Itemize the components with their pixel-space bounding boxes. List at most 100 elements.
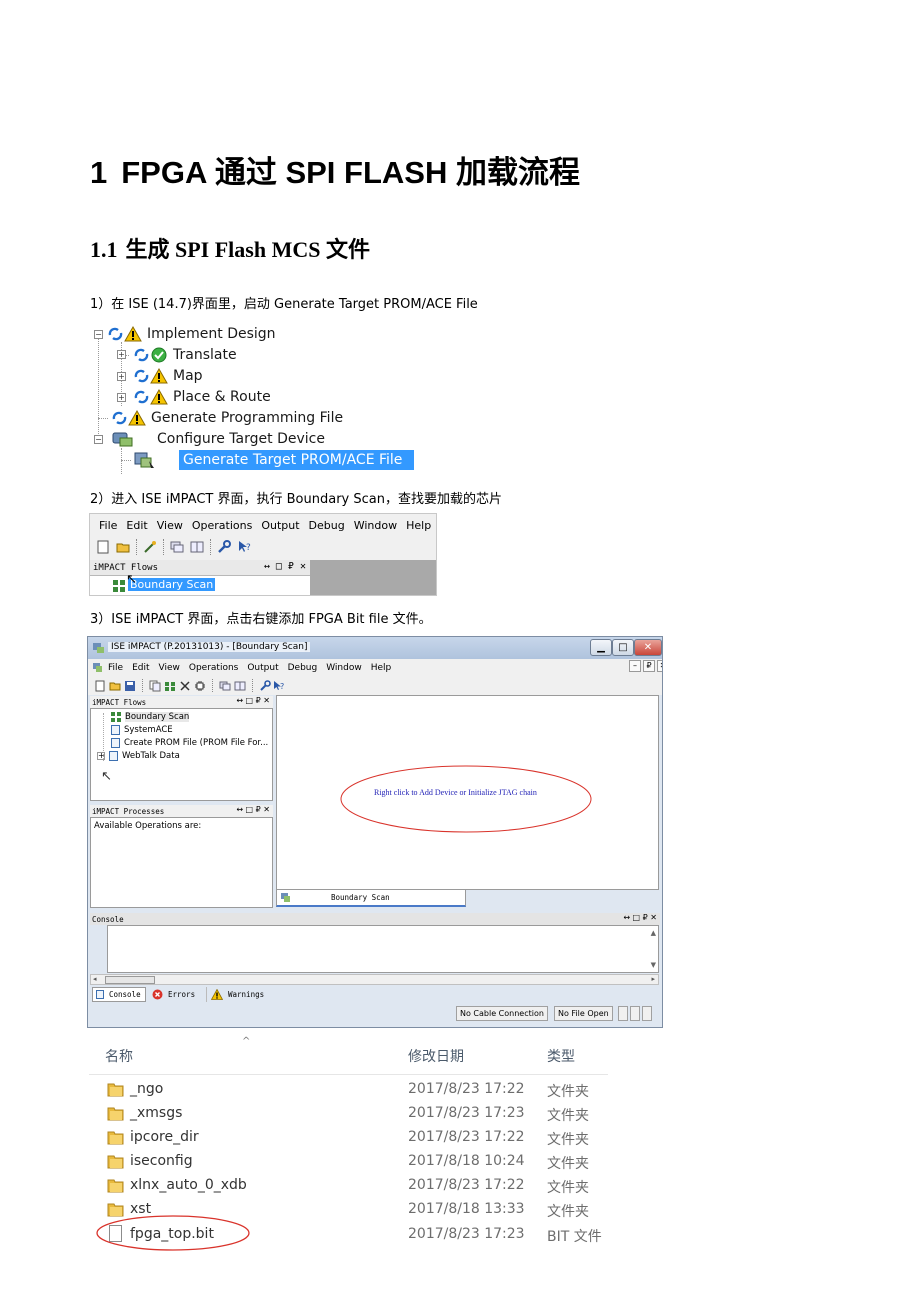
collapse-icon[interactable]: − xyxy=(94,435,103,444)
menu-output[interactable]: Output xyxy=(261,519,299,532)
tree-item-translate[interactable]: Translate xyxy=(133,345,237,365)
tree-item-generate-programming-file[interactable]: Generate Programming File xyxy=(111,408,343,428)
menu-operations[interactable]: Operations xyxy=(192,519,252,532)
menu-operations[interactable]: Operations xyxy=(189,663,238,673)
heading-2: 1.1 生成 SPI Flash MCS 文件 xyxy=(90,232,370,264)
menu-help[interactable]: Help xyxy=(406,519,431,532)
tree-item-map[interactable]: Map xyxy=(133,366,203,386)
list-item[interactable]: _ngo 2017/8/23 17:22 文件夹 xyxy=(89,1078,608,1102)
mdi-close-button[interactable]: ✕ xyxy=(657,660,662,672)
mdi-minimize-button[interactable]: – xyxy=(629,660,641,672)
status-file: No File Open xyxy=(554,1006,613,1021)
heading-1-number: 1 xyxy=(90,155,108,190)
copy-icon[interactable] xyxy=(149,680,161,692)
tab-warnings[interactable]: Warnings xyxy=(206,987,264,1002)
chain-icon[interactable] xyxy=(164,680,176,692)
tree-item-label: Implement Design xyxy=(147,326,276,342)
help-pointer-icon[interactable]: ? xyxy=(273,680,285,692)
menu-file[interactable]: File xyxy=(108,663,123,673)
warning-icon xyxy=(128,409,146,426)
save-icon[interactable] xyxy=(124,680,136,692)
horizontal-scrollbar[interactable]: ◂ ▸ xyxy=(90,974,659,985)
console-output[interactable]: ▲ ▼ xyxy=(107,925,659,973)
menu-file[interactable]: File xyxy=(99,519,117,532)
column-header-date[interactable]: 修改日期 xyxy=(408,1046,464,1066)
list-item[interactable]: _xmsgs 2017/8/23 17:23 文件夹 xyxy=(89,1102,608,1126)
flows-panel-title: iMPACT Flows xyxy=(92,697,147,707)
open-folder-icon[interactable] xyxy=(116,540,130,554)
cascade-icon[interactable] xyxy=(170,540,184,554)
processes-panel-title: iMPACT Processes xyxy=(92,806,165,816)
column-header-name[interactable]: 名称 xyxy=(105,1046,133,1066)
menu-edit[interactable]: Edit xyxy=(132,663,149,673)
list-item[interactable]: iseconfig 2017/8/18 10:24 文件夹 xyxy=(89,1150,608,1174)
new-file-icon[interactable] xyxy=(94,680,106,692)
close-button[interactable]: ✕ xyxy=(634,639,662,656)
menu-view[interactable]: View xyxy=(159,663,180,673)
menu-view[interactable]: View xyxy=(157,519,183,532)
panel-controls[interactable]: ↔ □ ₽ ✕ xyxy=(236,805,270,814)
menu-window[interactable]: Window xyxy=(326,663,362,673)
list-item[interactable]: xlnx_auto_0_xdb 2017/8/23 17:22 文件夹 xyxy=(89,1174,608,1198)
tab-boundary-scan[interactable]: Boundary Scan xyxy=(276,890,466,907)
step-3-text: 3）ISE iMPACT 界面，点击右键添加 FPGA Bit file 文件。 xyxy=(90,612,432,627)
flow-item-create-prom[interactable]: Create PROM File (PROM File For... xyxy=(111,738,268,748)
tile-icon[interactable] xyxy=(234,680,246,692)
minimize-button[interactable]: ▁ xyxy=(590,639,612,656)
wrench-icon[interactable] xyxy=(217,540,231,554)
boundary-scan-tab-icon xyxy=(280,892,291,903)
wizard-icon[interactable] xyxy=(143,540,157,554)
menu-window[interactable]: Window xyxy=(354,519,397,532)
new-file-icon[interactable] xyxy=(96,540,110,554)
menu-edit[interactable]: Edit xyxy=(126,519,147,532)
process-tree-screenshot: − Implement Design + Translate + Map + P… xyxy=(93,320,451,475)
scroll-down-icon[interactable]: ▼ xyxy=(651,961,656,969)
tree-item-generate-target-prom[interactable]: Generate Target PROM/ACE File xyxy=(133,450,415,470)
console-icon xyxy=(96,990,104,999)
doc-icon xyxy=(92,662,103,673)
menu-bar: File Edit View Operations Output Debug W… xyxy=(90,514,436,536)
erase-icon[interactable] xyxy=(179,680,191,692)
tree-item-implement-design[interactable]: Implement Design xyxy=(107,324,276,344)
expand-icon[interactable]: + xyxy=(117,350,126,359)
flows-panel: Boundary Scan SystemACE Create PROM File… xyxy=(90,708,273,801)
file-icon xyxy=(111,725,120,735)
cascade-icon[interactable] xyxy=(219,680,231,692)
flow-item-webtalk[interactable]: + WebTalk Data xyxy=(97,751,180,761)
window-menu-bar: File Edit View Operations Output Debug W… xyxy=(88,659,662,676)
menu-output[interactable]: Output xyxy=(247,663,278,673)
panel-controls[interactable]: ↔ □ ₽ ✕ xyxy=(236,696,270,705)
chip-icon[interactable] xyxy=(194,680,206,692)
scroll-left-icon[interactable]: ◂ xyxy=(93,975,97,983)
menu-help[interactable]: Help xyxy=(371,663,392,673)
help-pointer-icon[interactable]: ? xyxy=(237,540,251,554)
list-item[interactable]: ipcore_dir 2017/8/23 17:22 文件夹 xyxy=(89,1126,608,1150)
annotation-circle xyxy=(340,765,592,833)
menu-debug[interactable]: Debug xyxy=(309,519,345,532)
flow-item-boundary-scan[interactable]: Boundary Scan xyxy=(111,712,190,722)
expand-icon[interactable]: + xyxy=(117,393,126,402)
wrench-icon[interactable] xyxy=(259,679,271,692)
menu-debug[interactable]: Debug xyxy=(288,663,318,673)
scrollbar-thumb[interactable] xyxy=(105,976,155,984)
scroll-right-icon[interactable]: ▸ xyxy=(651,975,655,983)
expand-icon[interactable]: + xyxy=(97,752,105,760)
tile-icon[interactable] xyxy=(190,540,204,554)
mdi-restore-button[interactable]: ₽ xyxy=(643,660,655,672)
tree-item-configure-target-device[interactable]: Configure Target Device xyxy=(111,429,325,449)
file-icon xyxy=(111,738,120,748)
tab-errors[interactable]: Errors xyxy=(152,987,195,1002)
collapse-icon[interactable]: − xyxy=(94,330,103,339)
maximize-button[interactable]: □ xyxy=(612,639,634,656)
rerun-icon xyxy=(133,368,150,384)
flow-item-systemace[interactable]: SystemACE xyxy=(111,725,173,735)
scroll-up-icon[interactable]: ▲ xyxy=(651,929,656,937)
flow-item-boundary-scan[interactable]: Boundary Scan xyxy=(128,578,216,591)
expand-icon[interactable]: + xyxy=(117,372,126,381)
tree-item-place-route[interactable]: Place & Route xyxy=(133,387,271,407)
panel-controls[interactable]: ↔ □ ₽ ✕ xyxy=(264,561,306,572)
column-header-type[interactable]: 类型 xyxy=(547,1046,575,1066)
open-folder-icon[interactable] xyxy=(109,680,121,692)
panel-controls[interactable]: ↔ □ ₽ ✕ xyxy=(623,913,657,922)
tab-console[interactable]: Console xyxy=(92,987,146,1002)
